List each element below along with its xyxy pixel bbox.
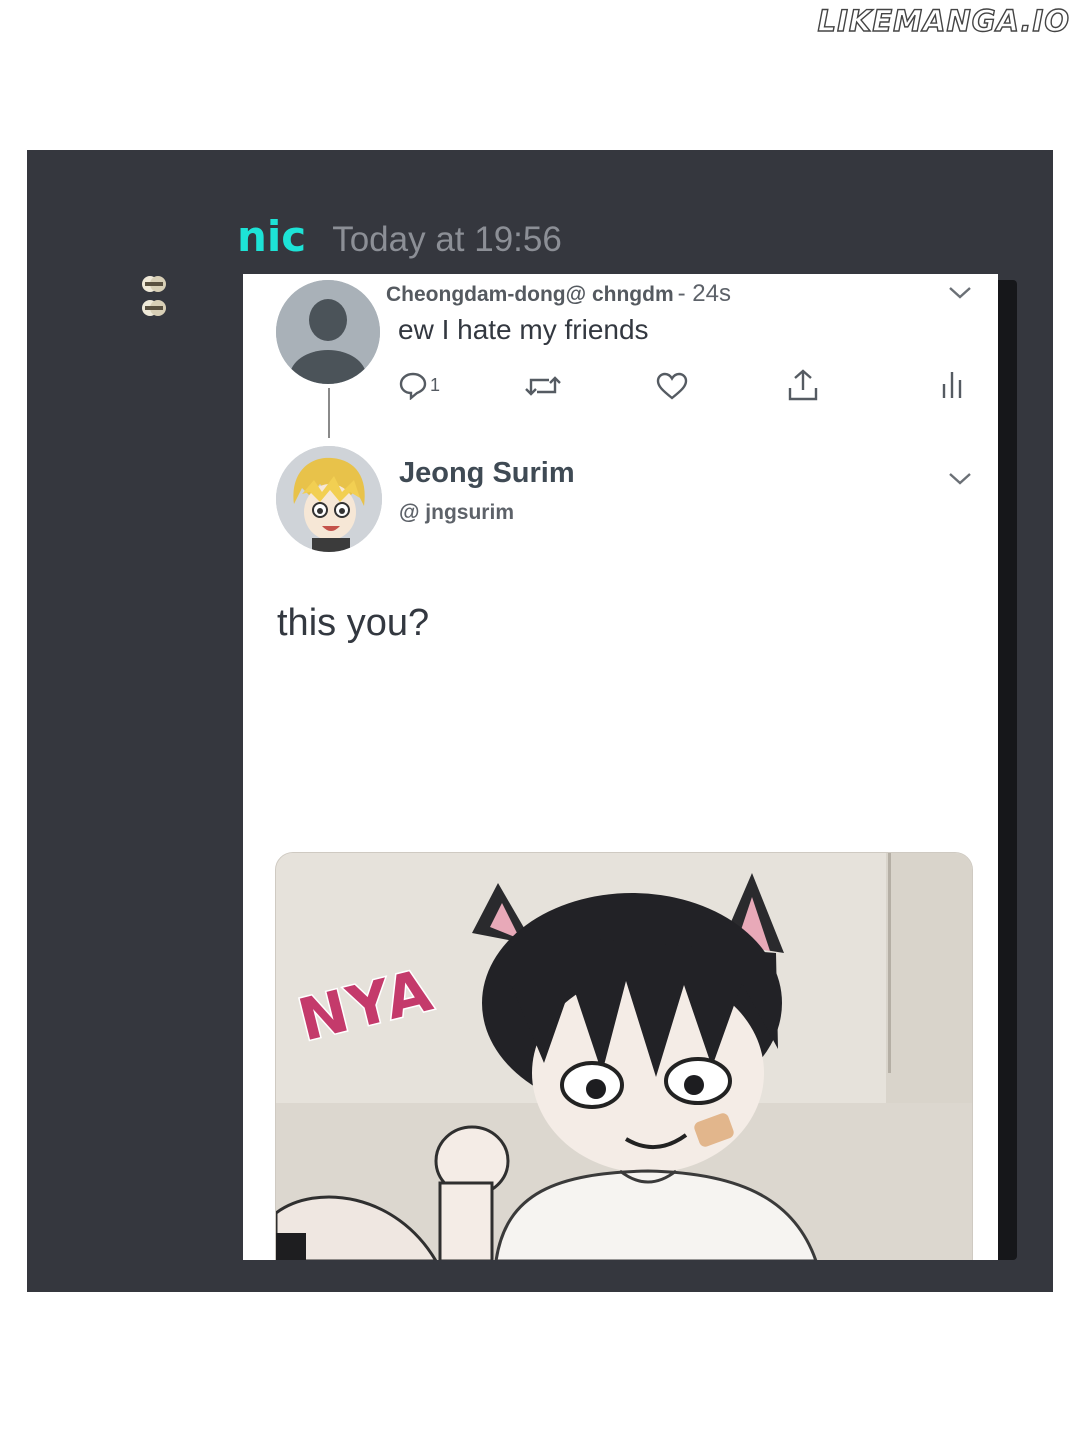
parent-tweet-handle: Cheongdam-dong@ chngdm - 24s — [386, 280, 731, 308]
message-timestamp: Today at 19:56 — [332, 220, 562, 259]
tweet-media-image[interactable]: NYA — [275, 852, 973, 1260]
message-header: nic Today at 19:56 — [237, 212, 562, 261]
manga-illustration — [276, 853, 972, 1260]
thread-connector — [328, 388, 330, 438]
parent-handle-text[interactable]: Cheongdam-dong@ chngdm — [386, 283, 674, 306]
share-icon — [788, 369, 818, 401]
like-button[interactable] — [656, 372, 688, 400]
analytics-icon — [942, 372, 962, 398]
retweet-button[interactable] — [525, 372, 561, 400]
chevron-down-icon[interactable] — [948, 286, 972, 300]
analytics-button[interactable] — [941, 370, 963, 400]
reply-handle[interactable]: @ jngsurim — [399, 501, 514, 525]
tweet-actions: 1 — [243, 364, 998, 414]
retweet-icon — [525, 376, 561, 396]
share-button[interactable] — [787, 368, 819, 402]
reply-icon — [399, 372, 427, 400]
chat-panel: nic Today at 19:56 Cheongdam-dong@ chngd… — [27, 150, 1053, 1292]
reply-tweet-text: this you? — [277, 602, 430, 644]
reply-count: 1 — [430, 374, 441, 395]
app-icon[interactable] — [139, 272, 169, 328]
tweet-embed[interactable]: Cheongdam-dong@ chngdm - 24s ew I hate my… — [243, 274, 998, 1260]
parent-tweet-text: ew I hate my friends — [398, 314, 649, 345]
reply-button[interactable]: 1 — [398, 370, 440, 400]
user-avatar[interactable] — [276, 446, 382, 552]
author-name[interactable]: nic — [237, 212, 306, 261]
parent-tweet-time: - 24s — [677, 280, 731, 307]
site-watermark: LIKEMANGA.IO — [817, 3, 1070, 38]
like-icon — [656, 372, 688, 400]
reply-display-name[interactable]: Jeong Surim — [399, 457, 575, 490]
chevron-down-icon[interactable] — [948, 472, 972, 486]
